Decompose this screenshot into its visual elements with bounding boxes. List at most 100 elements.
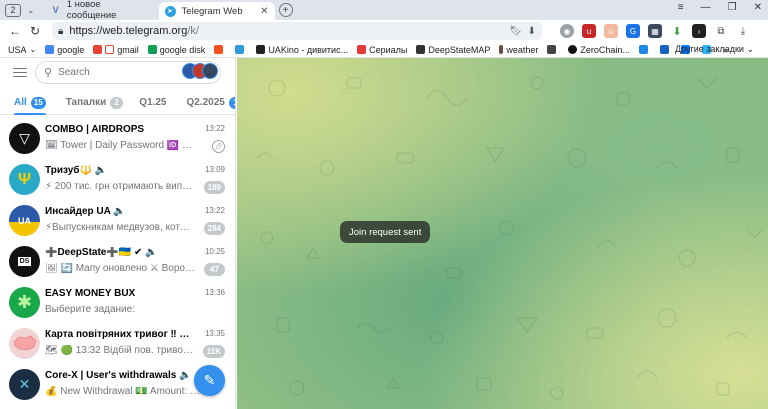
menu-icon[interactable]: ≡ bbox=[678, 2, 684, 13]
bookmark-usa[interactable]: USA ⌄ bbox=[8, 45, 36, 55]
bookmark-favicon bbox=[638, 45, 648, 54]
unread-badge: 284 bbox=[203, 222, 225, 235]
chat-title: Инсайдер UA 🔈 bbox=[45, 206, 126, 217]
ublock-extension-icon[interactable]: u bbox=[582, 24, 596, 38]
background-pattern bbox=[256, 76, 764, 400]
hamburger-menu-icon[interactable] bbox=[13, 65, 27, 79]
avatar: UA bbox=[9, 205, 40, 236]
chat-time: 13:22 bbox=[204, 206, 225, 215]
tab-counter[interactable]: 2 bbox=[5, 3, 21, 17]
chat-list-panel: ⚲ Search All15 Тапалки2 Q1.25 Q2.20251 ▽… bbox=[0, 58, 236, 409]
weather-icon bbox=[499, 45, 504, 54]
chat-time: 10:25 bbox=[204, 247, 225, 256]
bookmark-deepstatemap[interactable]: DeepStateMAP bbox=[416, 45, 490, 55]
folder-tab-all[interactable]: All 15 bbox=[14, 91, 46, 115]
url-input[interactable]: 🔒︎ https://web.telegram.org/k/ 🔖︎ ⬇︎ bbox=[52, 22, 542, 40]
join-request-toast: Join request sent bbox=[340, 221, 431, 243]
bookmark-icon-4[interactable] bbox=[638, 45, 651, 54]
close-icon[interactable]: ✕ bbox=[260, 6, 268, 17]
pin-icon: 📌︎ bbox=[212, 140, 225, 153]
avatar: ▽ bbox=[9, 123, 40, 154]
other-bookmarks-button[interactable]: Другие закладки ⌄ bbox=[675, 44, 754, 55]
chevron-down-icon[interactable]: ⌄ bbox=[27, 5, 35, 16]
chat-title: ➕DeepState➕🇺🇦 ✔ 🔈 bbox=[45, 247, 158, 258]
folder-tabs: All15 Тапалки2 Q1.25 Q2.20251 bbox=[0, 91, 235, 115]
uakino-icon bbox=[256, 45, 266, 54]
download-extension-icon[interactable]: ⬇ bbox=[670, 24, 684, 38]
avatar: ✱ bbox=[9, 287, 40, 318]
youtube-icon bbox=[93, 45, 103, 54]
bookmark-icon[interactable]: 🔖︎ bbox=[509, 26, 522, 37]
bookmark-icon-2[interactable] bbox=[235, 45, 247, 54]
chat-item-insider-ua[interactable]: UA Инсайдер UA 🔈 13:22 ⚡Выпускникам медв… bbox=[0, 202, 235, 243]
new-message-button[interactable]: ✎ bbox=[194, 365, 225, 396]
search-icon: ⚲ bbox=[44, 67, 53, 79]
search-placeholder: Search bbox=[58, 67, 90, 78]
restore-icon[interactable]: ❐ bbox=[728, 2, 737, 13]
back-arrow-icon[interactable]: ← bbox=[9, 24, 21, 38]
bookmark-favicon bbox=[547, 45, 557, 54]
bookmark-icon-3[interactable] bbox=[547, 45, 559, 54]
chat-item-air-raid-map[interactable]: Карта повітряних тривог ‼ Вибу... 🔈 13:3… bbox=[0, 325, 235, 366]
bookmark-favicon bbox=[235, 45, 245, 54]
tab-title: 1 новое сообщение bbox=[66, 0, 117, 21]
chat-time: 13:09 bbox=[204, 165, 225, 174]
save-extension-icon[interactable]: ▦ bbox=[648, 24, 662, 38]
bookmark-zerochain[interactable]: ZeroChain... bbox=[568, 45, 630, 55]
bookmark-gmail[interactable]: gmail bbox=[93, 45, 139, 55]
unread-badge: 11K bbox=[202, 345, 225, 358]
tab-telegram-web[interactable]: ➤ Telegram Web ✕ bbox=[158, 1, 275, 21]
close-window-icon[interactable]: ✕ bbox=[754, 2, 762, 13]
bookmark-icon-1[interactable] bbox=[214, 45, 226, 54]
chat-preview: 🖼 🔄 Мапу оновлено ⚔ Ворог оку... bbox=[45, 263, 195, 274]
folder-badge: 1 bbox=[228, 96, 235, 109]
bookmarks-bar: USA ⌄ google gmail google disk UAKino - д… bbox=[0, 42, 768, 58]
download-icon[interactable]: ⬇︎ bbox=[528, 26, 536, 37]
face-extension-icon[interactable]: ☺ bbox=[604, 24, 618, 38]
chat-item-deepstate[interactable]: DS ➕DeepState➕🇺🇦 ✔ 🔈 10:25 🖼 🔄 Мапу онов… bbox=[0, 243, 235, 284]
zerochain-icon bbox=[568, 45, 578, 54]
chat-title: Тризуб🔱 🔈 bbox=[45, 165, 108, 176]
terminal-extension-icon[interactable]: › bbox=[692, 24, 706, 38]
chat-preview: 💰 New Withdrawal 💵 Amount: 0.001 bbox=[45, 386, 205, 397]
stories-avatars[interactable] bbox=[182, 63, 218, 79]
drive-icon bbox=[147, 45, 157, 54]
puzzle-extension-icon[interactable]: ⧉ bbox=[714, 24, 728, 38]
story-avatar[interactable] bbox=[202, 63, 218, 79]
bookmark-uakino[interactable]: UAKino - дивитис... bbox=[256, 45, 348, 55]
chat-item-tryzub[interactable]: Ψ Тризуб🔱 🔈 13:09 ⚡ 200 тис. грн отримаю… bbox=[0, 161, 235, 202]
chat-time: 13:36 bbox=[204, 288, 225, 297]
chat-time: 13:35 bbox=[204, 329, 225, 338]
chat-preview: ⚡Выпускникам медвузов, которы... bbox=[45, 222, 195, 233]
folder-tab-tapalki[interactable]: Тапалки 2 bbox=[66, 91, 124, 115]
chat-item-easy-money-bux[interactable]: ✱ EASY MONEY BUX 13:36 Выберите задание: bbox=[0, 284, 235, 325]
translate-extension-icon[interactable]: G bbox=[626, 24, 640, 38]
bookmark-icon-5[interactable] bbox=[659, 45, 672, 54]
browser-tab-bar: 2 ⌄ V 1 новое сообщение ➤ Telegram Web ✕… bbox=[0, 0, 768, 21]
chat-background: Join request sent bbox=[237, 58, 768, 409]
chevron-down-icon: ⌄ bbox=[746, 44, 754, 54]
avatar: Ψ bbox=[9, 164, 40, 195]
globe-extension-icon[interactable]: ◉ bbox=[560, 24, 574, 38]
chat-preview: 🗓 Tower | Daily Password 🆔 Get +... bbox=[45, 140, 195, 151]
bookmark-weather[interactable]: weather bbox=[499, 45, 538, 55]
reload-icon[interactable]: ↻ bbox=[30, 24, 40, 38]
avatar bbox=[9, 328, 40, 359]
chat-item-combo-airdrops[interactable]: ▽ COMBO | AIRDROPS 13:22 🗓 Tower | Daily… bbox=[0, 120, 235, 161]
downloads-icon[interactable]: ⤓ bbox=[736, 24, 750, 38]
bookmark-google[interactable]: google bbox=[45, 45, 84, 55]
tab-new-message[interactable]: V 1 новое сообщение bbox=[45, 0, 153, 21]
new-tab-button[interactable]: + bbox=[278, 3, 293, 17]
pencil-icon: ✎ bbox=[203, 372, 216, 388]
bookmark-google-disk[interactable]: google disk bbox=[147, 45, 205, 55]
bookmark-serials[interactable]: Сериалы bbox=[357, 45, 407, 55]
telegram-icon: ➤ bbox=[164, 5, 176, 17]
minimize-icon[interactable]: — bbox=[701, 2, 711, 13]
lock-icon[interactable]: 🔒︎ bbox=[58, 26, 63, 37]
chat-title: Core-X | User's withdrawals 🔈 bbox=[45, 370, 192, 381]
unread-badge: 189 bbox=[203, 181, 225, 194]
search-input[interactable]: ⚲ Search bbox=[35, 61, 221, 84]
folder-tab-q1-25[interactable]: Q1.25 bbox=[139, 91, 166, 115]
folder-tab-q2-2025[interactable]: Q2.20251 bbox=[186, 91, 235, 115]
chat-title: EASY MONEY BUX bbox=[45, 288, 136, 299]
